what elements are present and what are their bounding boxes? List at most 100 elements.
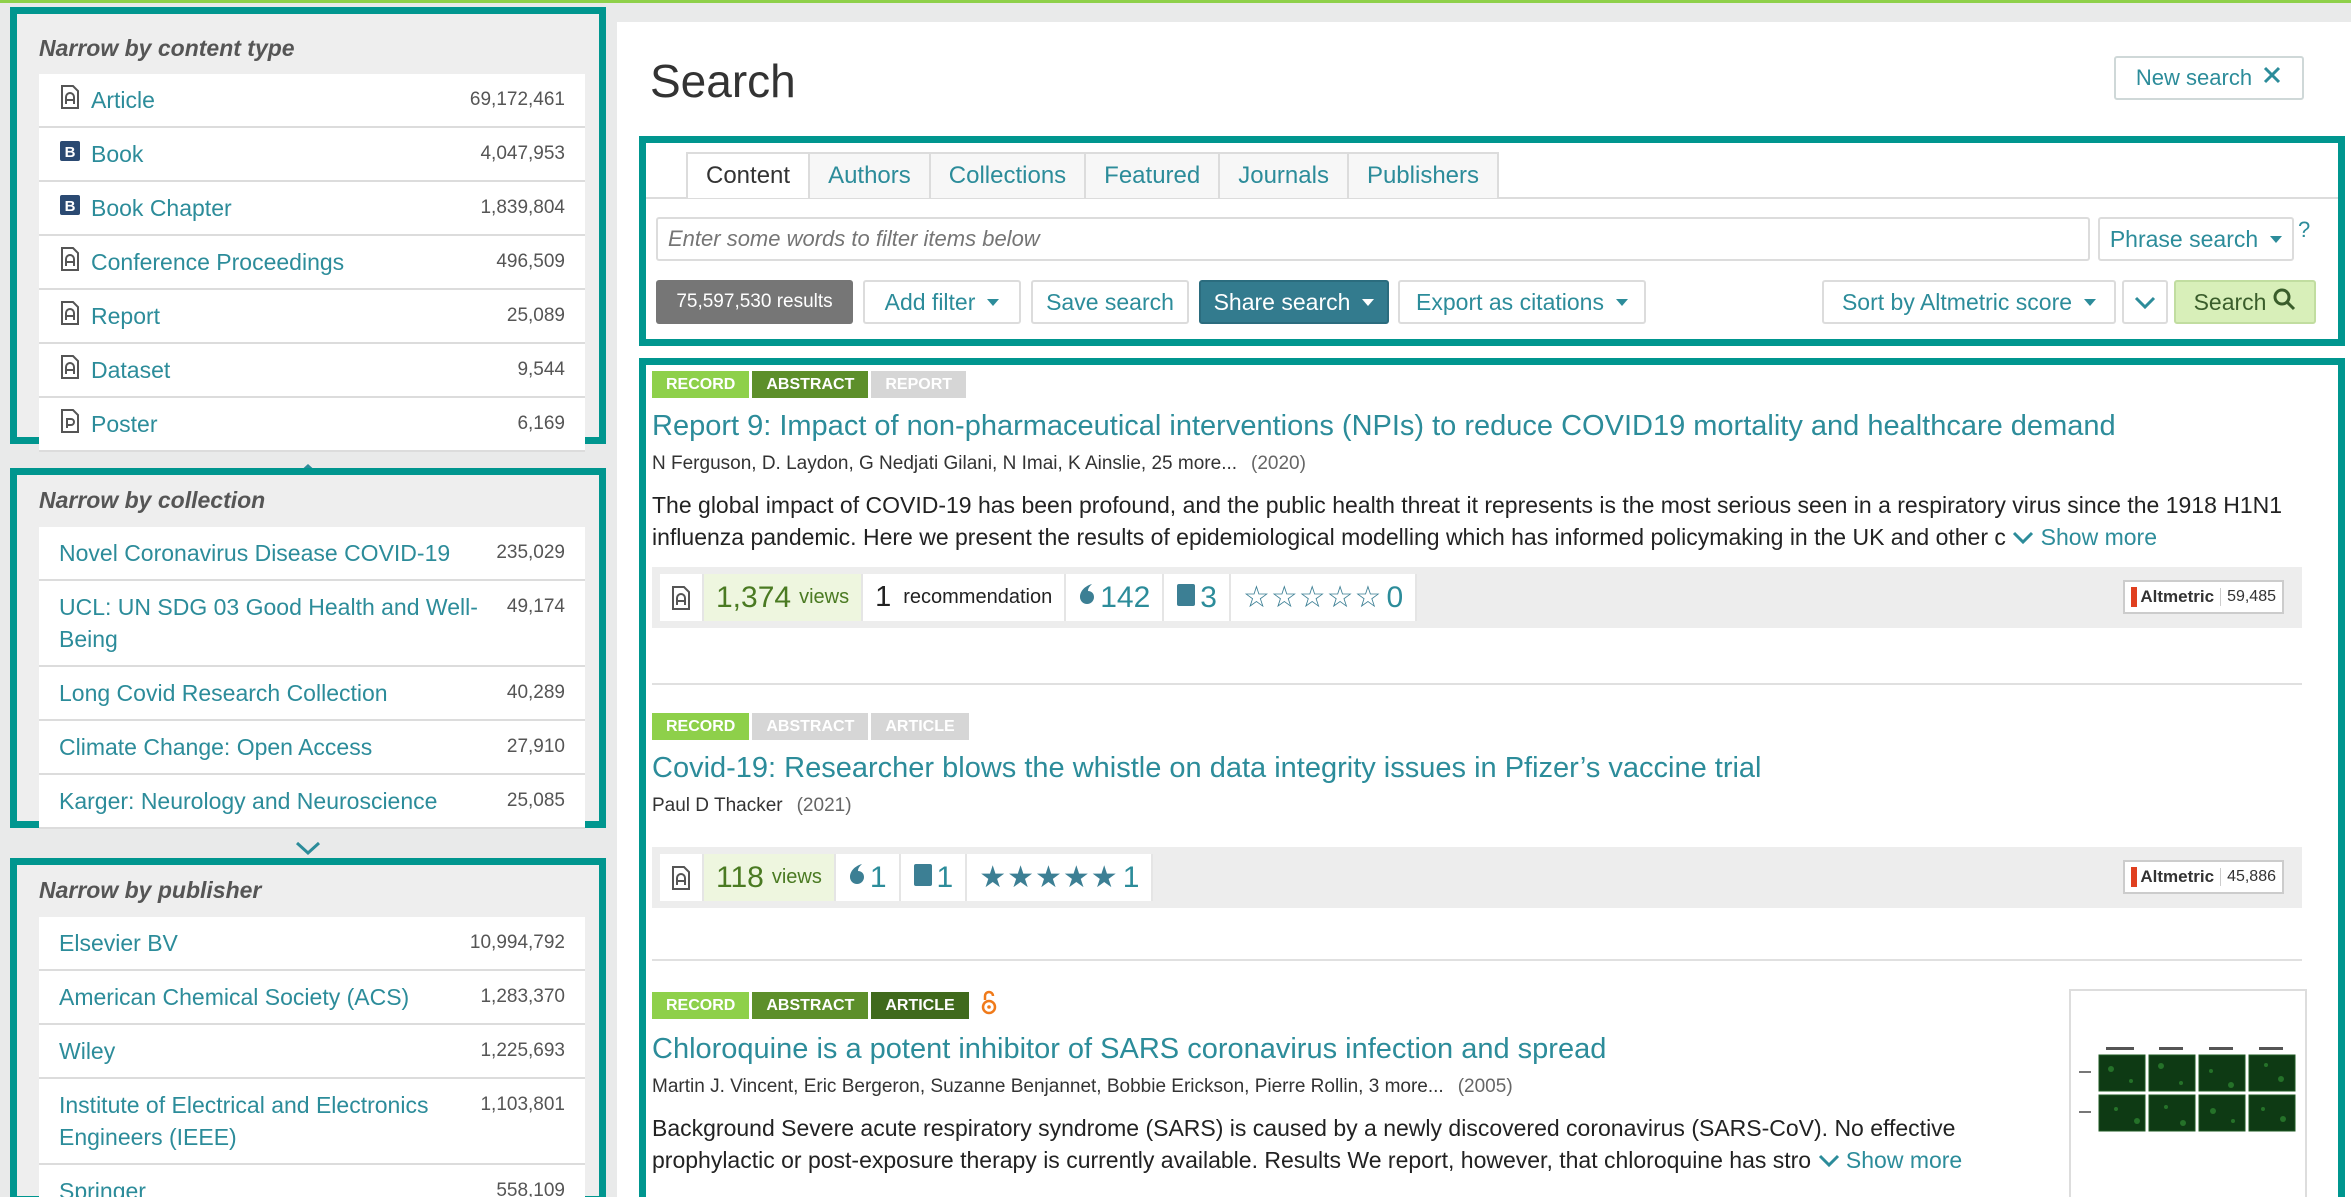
result-item: RECORD ABSTRACT REPORT Report 9: Impact … xyxy=(652,371,2312,628)
tag-record[interactable]: RECORD xyxy=(652,992,750,1019)
facet-item-collection[interactable]: UCL: UN SDG 03 Good Health and Well-Bein… xyxy=(39,581,585,667)
tag-type[interactable]: REPORT xyxy=(871,371,967,398)
metrics-bar: 1,374 views 1 recommendation 142 3 ☆☆☆☆☆ 0 … xyxy=(652,567,2302,628)
facet-title: Narrow by content type xyxy=(39,35,295,61)
filter-input[interactable] xyxy=(656,217,2090,261)
tab-collections[interactable]: Collections xyxy=(928,152,1087,198)
facet-label: Karger: Neurology and Neuroscience xyxy=(59,788,438,814)
tab-publishers[interactable]: Publishers xyxy=(1346,152,1500,198)
facet-item-collection[interactable]: Karger: Neurology and Neuroscience 25,08… xyxy=(39,775,585,829)
show-more-link[interactable]: Show more xyxy=(2012,524,2157,550)
recommendation-count[interactable]: 1 recommendation xyxy=(863,574,1067,621)
rating[interactable]: ★★★★★ 1 xyxy=(967,854,1154,901)
facet-item-book-chapter[interactable]: B Book Chapter 1,839,804 xyxy=(39,182,585,236)
tab-journals[interactable]: Journals xyxy=(1218,152,1349,198)
result-tags: RECORD ABSTRACT REPORT xyxy=(652,371,2312,398)
phrase-search-dropdown[interactable]: Phrase search xyxy=(2098,217,2294,261)
result-year: (2020) xyxy=(1251,453,1306,474)
comment-icon xyxy=(848,861,866,895)
facet-item-publisher[interactable]: Wiley 1,225,693 xyxy=(39,1025,585,1079)
tag-abstract[interactable]: ABSTRACT xyxy=(752,371,869,398)
tag-abstract[interactable]: ABSTRACT xyxy=(752,992,869,1019)
facet-count: 1,283,370 xyxy=(480,986,565,1007)
tag-record[interactable]: RECORD xyxy=(652,371,750,398)
facet-item-dataset[interactable]: Dataset 9,544 xyxy=(39,344,585,398)
comments-count[interactable]: 1 xyxy=(835,854,901,901)
facet-item-collection[interactable]: Novel Coronavirus Disease COVID-19 235,0… xyxy=(39,527,585,581)
facet-content-type: Narrow by content type Article 69,172,46… xyxy=(10,7,606,478)
facet-title: Narrow by publisher xyxy=(39,877,262,903)
facet-item-publisher[interactable]: Institute of Electrical and Electronics … xyxy=(39,1079,585,1165)
result-tags: RECORD ABSTRACT ARTICLE xyxy=(652,713,2312,740)
search-button[interactable]: Search xyxy=(2174,280,2316,324)
facet-item-collection[interactable]: Climate Change: Open Access 27,910 xyxy=(39,721,585,775)
sort-dropdown[interactable]: Sort by Altmetric score xyxy=(1822,280,2116,324)
recommendation-label: recommendation xyxy=(903,586,1053,608)
document-icon xyxy=(59,300,81,326)
search-icon xyxy=(2272,287,2296,317)
result-thumbnail[interactable] xyxy=(2069,989,2307,1197)
export-citations-button[interactable]: Export as citations xyxy=(1398,280,1646,324)
tag-record[interactable]: RECORD xyxy=(652,713,750,740)
facet-item-conference-proceedings[interactable]: Conference Proceedings 496,509 xyxy=(39,236,585,290)
facet-item-publisher[interactable]: American Chemical Society (ACS) 1,283,37… xyxy=(39,971,585,1025)
results-count-badge: 75,597,530 results xyxy=(656,280,853,324)
facet-item-book[interactable]: B Book 4,047,953 xyxy=(39,128,585,182)
author-list[interactable]: Martin J. Vincent, Eric Bergeron, Suzann… xyxy=(652,1076,1444,1097)
sort-label: Sort by Altmetric score xyxy=(1841,288,2073,315)
author-list[interactable]: Paul D Thacker xyxy=(652,795,783,816)
rating[interactable]: ☆☆☆☆☆ 0 xyxy=(1230,574,1418,621)
document-type-icon xyxy=(660,574,704,621)
facet-count: 558,109 xyxy=(496,1180,565,1197)
facet-item-publisher[interactable]: Elsevier BV 10,994,792 xyxy=(39,917,585,971)
result-year: (2021) xyxy=(796,795,852,816)
save-search-button[interactable]: Save search xyxy=(1031,280,1189,324)
help-link[interactable]: ? xyxy=(2298,217,2310,243)
result-title[interactable]: Report 9: Impact of non-pharmaceutical i… xyxy=(652,407,2312,445)
bookmarks-count[interactable]: 1 xyxy=(900,854,968,901)
share-search-button[interactable]: Share search xyxy=(1199,280,1389,324)
facet-count: 25,085 xyxy=(506,790,565,811)
comments-value: 142 xyxy=(1100,580,1151,614)
views-label: views xyxy=(799,586,850,608)
add-filter-button[interactable]: Add filter xyxy=(863,280,1021,324)
chevron-down-icon xyxy=(2134,289,2156,316)
tab-featured[interactable]: Featured xyxy=(1084,152,1221,198)
export-label: Export as citations xyxy=(1416,288,1604,315)
facet-item-collection[interactable]: Long Covid Research Collection 40,289 xyxy=(39,667,585,721)
poster-icon xyxy=(59,408,81,434)
facet-collection: Narrow by collection Novel Coronavirus D… xyxy=(10,468,606,856)
comments-count[interactable]: 142 xyxy=(1066,574,1165,621)
tag-type[interactable]: ARTICLE xyxy=(871,992,969,1019)
facet-publisher: Narrow by publisher Elsevier BV 10,994,7… xyxy=(10,858,606,1197)
new-search-button[interactable]: New search xyxy=(2114,56,2304,100)
main-panel: Search New search Content Authors Collec… xyxy=(617,22,2351,1197)
facet-item-report[interactable]: Report 25,089 xyxy=(39,290,585,344)
altmetric-badge[interactable]: Altmetric 45,886 xyxy=(2123,860,2284,894)
facet-label: Report xyxy=(91,303,161,329)
facet-item-publisher[interactable]: Springer 558,109 xyxy=(39,1165,585,1197)
tag-type[interactable]: ARTICLE xyxy=(871,713,969,740)
facet-label: Springer xyxy=(59,1178,146,1197)
show-more-link[interactable]: Show more xyxy=(1818,1147,1962,1173)
bookmark-icon xyxy=(1176,581,1196,615)
tag-abstract[interactable]: ABSTRACT xyxy=(752,713,869,740)
facet-count: 49,174 xyxy=(506,596,565,617)
result-authors: Martin J. Vincent, Eric Bergeron, Suzann… xyxy=(652,1076,2052,1098)
bookmarks-count[interactable]: 3 xyxy=(1164,574,1231,621)
result-title[interactable]: Chloroquine is a potent inhibitor of SAR… xyxy=(652,1030,2052,1068)
author-list[interactable]: N Ferguson, D. Laydon, G Nedjati Gilani,… xyxy=(652,453,1237,474)
tab-content[interactable]: Content xyxy=(686,152,811,198)
close-icon xyxy=(2262,65,2282,91)
bookmark-icon xyxy=(913,861,933,895)
facet-count: 496,509 xyxy=(496,251,565,272)
views-label: views xyxy=(771,866,822,888)
facet-item-poster[interactable]: Poster 6,169 xyxy=(39,398,585,452)
altmetric-badge[interactable]: Altmetric 59,485 xyxy=(2123,580,2284,614)
caret-down-icon xyxy=(2084,298,2097,306)
result-title[interactable]: Covid-19: Researcher blows the whistle o… xyxy=(652,749,2312,787)
facet-item-article[interactable]: Article 69,172,461 xyxy=(39,74,585,128)
sort-order-button[interactable] xyxy=(2122,280,2168,324)
tab-authors[interactable]: Authors xyxy=(808,152,931,198)
facet-count: 1,839,804 xyxy=(480,197,565,218)
